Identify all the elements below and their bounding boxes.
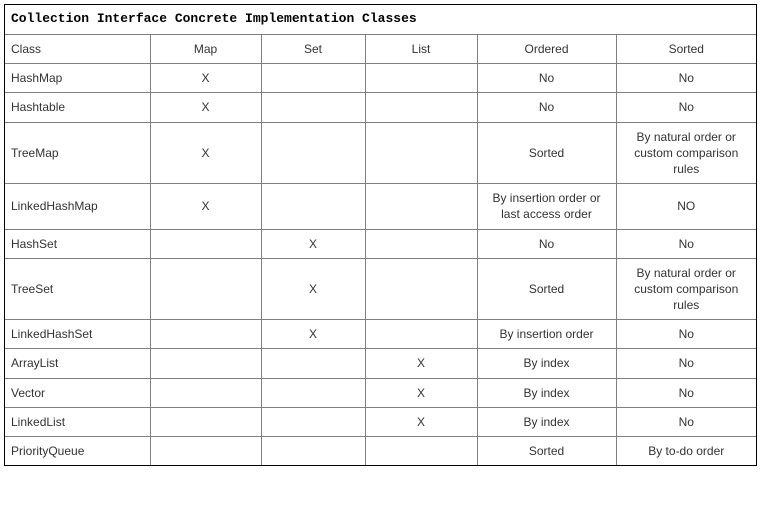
- table-row: TreeMap X Sorted By natural order or cus…: [5, 122, 756, 184]
- cell-list: [365, 258, 477, 320]
- col-header-map: Map: [150, 35, 261, 64]
- cell-sorted: By natural order or custom comparison ru…: [616, 258, 756, 320]
- cell-list: [365, 93, 477, 122]
- table-row: LinkedList X By index No: [5, 407, 756, 436]
- table-title: Collection Interface Concrete Implementa…: [5, 5, 756, 35]
- cell-map: [150, 229, 261, 258]
- cell-ordered: By insertion order or last access order: [477, 184, 616, 229]
- cell-set: [261, 64, 365, 93]
- cell-class: HashMap: [5, 64, 150, 93]
- cell-map: [150, 378, 261, 407]
- cell-class: LinkedList: [5, 407, 150, 436]
- cell-map: [150, 437, 261, 466]
- cell-sorted: No: [616, 407, 756, 436]
- cell-set: [261, 184, 365, 229]
- cell-class: Hashtable: [5, 93, 150, 122]
- cell-ordered: No: [477, 64, 616, 93]
- cell-set: [261, 407, 365, 436]
- table-row: LinkedHashSet X By insertion order No: [5, 320, 756, 349]
- col-header-ordered: Ordered: [477, 35, 616, 64]
- cell-ordered: By index: [477, 407, 616, 436]
- table-row: TreeSet X Sorted By natural order or cus…: [5, 258, 756, 320]
- cell-map: [150, 258, 261, 320]
- cell-ordered: Sorted: [477, 437, 616, 466]
- cell-ordered: Sorted: [477, 258, 616, 320]
- cell-map: X: [150, 93, 261, 122]
- cell-sorted: NO: [616, 184, 756, 229]
- cell-ordered: By index: [477, 349, 616, 378]
- cell-list: [365, 64, 477, 93]
- col-header-list: List: [365, 35, 477, 64]
- cell-set: [261, 122, 365, 184]
- cell-set: X: [261, 258, 365, 320]
- table-row: Hashtable X No No: [5, 93, 756, 122]
- cell-set: X: [261, 320, 365, 349]
- table-row: PriorityQueue Sorted By to-do order: [5, 437, 756, 466]
- cell-ordered: No: [477, 93, 616, 122]
- cell-list: [365, 229, 477, 258]
- cell-list: [365, 320, 477, 349]
- table-header-row: Class Map Set List Ordered Sorted: [5, 35, 756, 64]
- cell-class: LinkedHashSet: [5, 320, 150, 349]
- col-header-sorted: Sorted: [616, 35, 756, 64]
- cell-class: Vector: [5, 378, 150, 407]
- table-container: Collection Interface Concrete Implementa…: [4, 4, 757, 466]
- cell-set: [261, 437, 365, 466]
- cell-class: TreeMap: [5, 122, 150, 184]
- cell-list: X: [365, 407, 477, 436]
- cell-set: [261, 93, 365, 122]
- collection-classes-table: Class Map Set List Ordered Sorted HashMa…: [5, 35, 756, 465]
- cell-map: X: [150, 122, 261, 184]
- cell-class: TreeSet: [5, 258, 150, 320]
- cell-map: [150, 349, 261, 378]
- cell-map: [150, 407, 261, 436]
- cell-map: X: [150, 184, 261, 229]
- cell-class: LinkedHashMap: [5, 184, 150, 229]
- cell-list: X: [365, 378, 477, 407]
- table-row: ArrayList X By index No: [5, 349, 756, 378]
- cell-sorted: No: [616, 378, 756, 407]
- cell-set: [261, 349, 365, 378]
- cell-set: [261, 378, 365, 407]
- cell-map: [150, 320, 261, 349]
- cell-list: [365, 184, 477, 229]
- cell-ordered: By index: [477, 378, 616, 407]
- cell-ordered: Sorted: [477, 122, 616, 184]
- cell-sorted: No: [616, 229, 756, 258]
- cell-sorted: By natural order or custom comparison ru…: [616, 122, 756, 184]
- cell-list: X: [365, 349, 477, 378]
- cell-ordered: By insertion order: [477, 320, 616, 349]
- cell-map: X: [150, 64, 261, 93]
- cell-sorted: No: [616, 93, 756, 122]
- cell-class: ArrayList: [5, 349, 150, 378]
- table-row: HashSet X No No: [5, 229, 756, 258]
- cell-sorted: No: [616, 349, 756, 378]
- cell-sorted: No: [616, 64, 756, 93]
- table-row: LinkedHashMap X By insertion order or la…: [5, 184, 756, 229]
- table-row: HashMap X No No: [5, 64, 756, 93]
- table-row: Vector X By index No: [5, 378, 756, 407]
- cell-ordered: No: [477, 229, 616, 258]
- cell-sorted: No: [616, 320, 756, 349]
- cell-class: PriorityQueue: [5, 437, 150, 466]
- cell-list: [365, 122, 477, 184]
- cell-list: [365, 437, 477, 466]
- cell-sorted: By to-do order: [616, 437, 756, 466]
- col-header-set: Set: [261, 35, 365, 64]
- cell-set: X: [261, 229, 365, 258]
- col-header-class: Class: [5, 35, 150, 64]
- cell-class: HashSet: [5, 229, 150, 258]
